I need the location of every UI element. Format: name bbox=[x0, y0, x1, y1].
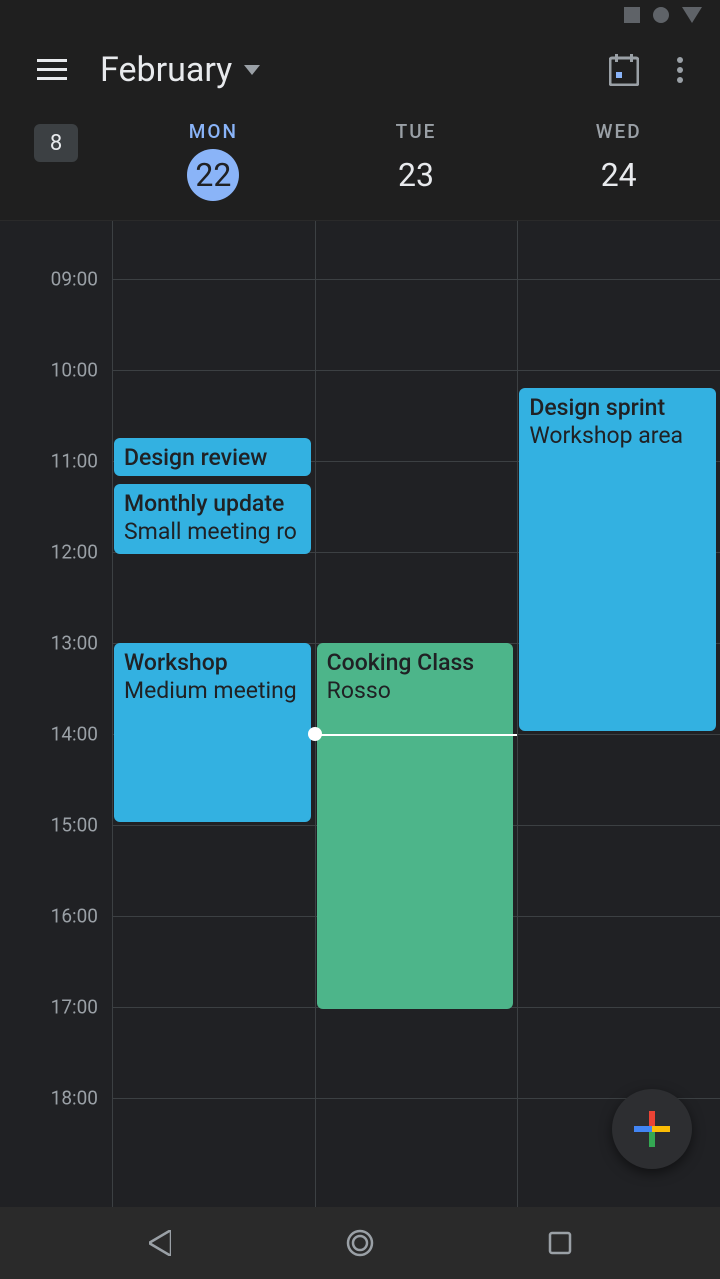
hour-label: 09:00 bbox=[51, 268, 98, 291]
status-bar bbox=[0, 0, 720, 30]
create-event-fab[interactable] bbox=[612, 1089, 692, 1169]
now-indicator-line bbox=[315, 734, 518, 736]
event-title: Workshop bbox=[124, 649, 301, 677]
calendar-event[interactable]: Design sprintWorkshop area bbox=[519, 388, 716, 731]
event-title: Monthly update bbox=[124, 490, 301, 518]
event-title: Design sprint bbox=[529, 394, 706, 422]
today-button[interactable] bbox=[600, 46, 648, 94]
day-header-mon[interactable]: MON 22 bbox=[112, 120, 315, 201]
hour-label: 13:00 bbox=[51, 632, 98, 655]
chevron-down-icon bbox=[244, 65, 260, 75]
hour-label: 14:00 bbox=[51, 723, 98, 746]
hour-label: 15:00 bbox=[51, 814, 98, 837]
more-vert-icon bbox=[676, 56, 684, 84]
calendar-event[interactable]: Monthly updateSmall meeting ro bbox=[114, 484, 311, 554]
status-triangle-icon bbox=[682, 7, 702, 23]
day-header-tue[interactable]: TUE 23 bbox=[315, 120, 518, 201]
hamburger-icon bbox=[37, 59, 67, 81]
nav-home-button[interactable] bbox=[330, 1213, 390, 1273]
hour-label: 17:00 bbox=[51, 996, 98, 1019]
calendar-event[interactable]: Cooking ClassRosso bbox=[317, 643, 514, 1009]
hour-label: 11:00 bbox=[51, 450, 98, 473]
plus-multicolor-icon bbox=[634, 1111, 670, 1147]
day-number: 24 bbox=[593, 149, 645, 201]
status-square-icon bbox=[624, 7, 640, 23]
event-location: Workshop area bbox=[529, 422, 706, 450]
back-triangle-icon bbox=[149, 1230, 171, 1256]
nav-back-button[interactable] bbox=[130, 1213, 190, 1273]
hour-label: 18:00 bbox=[51, 1087, 98, 1110]
status-circle-icon bbox=[652, 6, 670, 24]
event-title: Design review bbox=[124, 444, 301, 472]
month-selector[interactable]: February bbox=[100, 50, 260, 90]
calendar-grid[interactable]: 09:00 10:00 11:00 12:00 13:00 14:00 15:00 16:00… bbox=[0, 220, 720, 1220]
day-number: 22 bbox=[187, 149, 239, 201]
day-header-wed[interactable]: WED 24 bbox=[517, 120, 720, 201]
now-indicator-dot bbox=[308, 727, 322, 741]
calendar-event[interactable]: WorkshopMedium meeting bbox=[114, 643, 311, 822]
hour-label: 12:00 bbox=[51, 541, 98, 564]
event-location: Rosso bbox=[327, 677, 504, 705]
calendar-today-icon bbox=[609, 54, 639, 86]
dow-label: MON bbox=[189, 120, 238, 143]
more-button[interactable] bbox=[656, 46, 704, 94]
calendar-event[interactable]: Design review bbox=[114, 438, 311, 476]
event-title: Cooking Class bbox=[327, 649, 504, 677]
recents-square-icon bbox=[548, 1231, 572, 1255]
hour-label: 16:00 bbox=[51, 905, 98, 928]
day-number: 23 bbox=[390, 149, 442, 201]
dow-label: WED bbox=[596, 120, 642, 143]
event-location: Small meeting ro bbox=[124, 518, 301, 546]
app-bar: February bbox=[0, 30, 720, 110]
menu-button[interactable] bbox=[28, 46, 76, 94]
system-nav-bar bbox=[0, 1207, 720, 1279]
week-number-badge: 8 bbox=[34, 124, 78, 162]
event-location: Medium meeting bbox=[124, 677, 301, 705]
dow-label: TUE bbox=[396, 120, 437, 143]
hour-label: 10:00 bbox=[51, 359, 98, 382]
month-label-text: February bbox=[100, 50, 232, 90]
home-circle-icon bbox=[345, 1228, 375, 1258]
nav-recents-button[interactable] bbox=[530, 1213, 590, 1273]
day-header-row: 8 MON 22 TUE 23 WED 24 bbox=[0, 110, 720, 220]
